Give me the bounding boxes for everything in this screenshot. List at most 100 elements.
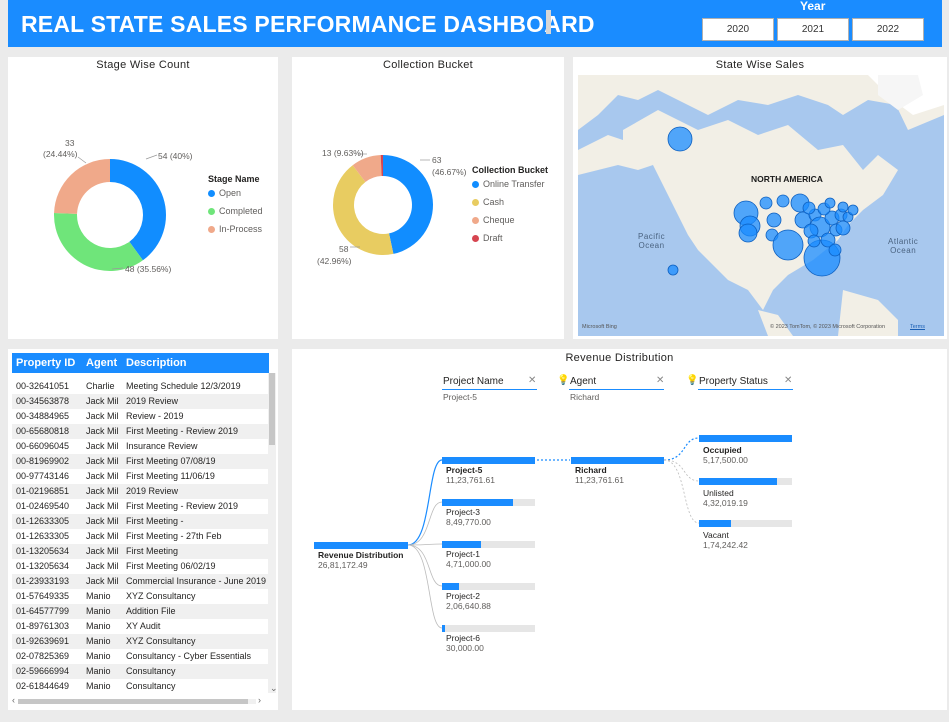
table-row[interactable]: 02-61844649 Manio Consultancy — [12, 679, 269, 694]
root-bar[interactable] — [314, 542, 408, 549]
project-bar[interactable] — [442, 583, 535, 590]
cell-property-id: 01-02469540 — [16, 501, 70, 511]
legend-label-cash: Cash — [483, 197, 505, 207]
map-bubble[interactable] — [837, 201, 849, 213]
cell-agent: Jack Mil — [86, 396, 119, 406]
map-bubble[interactable] — [772, 229, 804, 261]
map-bubble[interactable] — [828, 243, 842, 257]
table-row[interactable]: 00-32641051 Charlie Meeting Schedule 12/3/… — [12, 379, 269, 394]
table-row[interactable]: 01-13205634 Jack Mil First Meeting — [12, 544, 269, 559]
map-bubble[interactable] — [802, 201, 816, 215]
col-header-description[interactable]: Description — [126, 357, 187, 369]
collection-legend-title: Collection Bucket — [472, 165, 549, 175]
status-bar[interactable] — [699, 435, 792, 442]
project-bar-fill — [442, 499, 513, 506]
map-bubble[interactable] — [667, 264, 679, 276]
property-table-panel: Property ID Agent Description 00-3264105… — [8, 349, 278, 710]
table-row[interactable]: 01-89761303 Manio XY Audit — [12, 619, 269, 634]
table-row[interactable]: 01-12633305 Jack Mil First Meeting - — [12, 514, 269, 529]
table-row[interactable]: 00-34563878 Jack Mil 2019 Review — [12, 394, 269, 409]
status-node-name: Vacant — [703, 530, 729, 540]
map-bubble[interactable] — [766, 212, 782, 228]
project-node-value: 8,49,770.00 — [446, 517, 491, 527]
legend-item-online-transfer[interactable]: Online Transfer — [472, 175, 548, 193]
legend-item-cheque[interactable]: Cheque — [472, 211, 548, 229]
map-bubble[interactable] — [759, 196, 773, 210]
stage-slice-open[interactable] — [110, 159, 166, 261]
project-bar[interactable] — [442, 541, 535, 548]
table-row[interactable]: 02-59666994 Manio Consultancy — [12, 664, 269, 679]
table-row[interactable]: 01-92639691 Manio XYZ Consultancy — [12, 634, 269, 649]
table-row[interactable]: 00-81969902 Jack Mil First Meeting 07/08/1… — [12, 454, 269, 469]
status-node-name: Occupied — [703, 445, 742, 455]
cell-description: 2019 Review — [126, 486, 179, 496]
cell-property-id: 01-12633305 — [16, 531, 70, 541]
legend-dot-open — [208, 189, 215, 197]
col-header-agent[interactable]: Agent — [86, 357, 117, 369]
table-row[interactable]: 00-97743146 Jack Mil First Meeting 11/06/1… — [12, 469, 269, 484]
year-2020-button[interactable]: 2020 — [702, 18, 774, 41]
cell-property-id: 01-57649335 — [16, 591, 70, 601]
table-row[interactable]: 01-57649335 Manio XYZ Consultancy — [12, 589, 269, 604]
cell-description: XY Audit — [126, 621, 161, 631]
map-bubble[interactable] — [824, 197, 836, 209]
stage-label-open: 54 (40%) — [158, 151, 193, 161]
table-row[interactable]: 00-66096045 Jack Mil Insurance Review — [12, 439, 269, 454]
project-bar[interactable] — [442, 457, 535, 464]
cell-property-id: 00-34884965 — [16, 411, 70, 421]
project-bar[interactable] — [442, 499, 535, 506]
cell-agent: Jack Mil — [86, 426, 119, 436]
cell-property-id: 00-81969902 — [16, 456, 70, 466]
table-row[interactable]: 01-23933193 Jack Mil Commercial Insurance … — [12, 574, 269, 589]
dashboard-header: REAL STATE SALES PERFORMANCE DASHBOARD Y… — [8, 0, 942, 47]
table-row[interactable]: 00-65680818 Jack Mil First Meeting - Revie… — [12, 424, 269, 439]
table-row[interactable]: 01-64577799 Manio Addition File — [12, 604, 269, 619]
table-row[interactable]: 01-12633305 Jack Mil First Meeting - 27th … — [12, 529, 269, 544]
map-bubble[interactable] — [847, 204, 859, 216]
cell-agent: Charlie — [86, 381, 115, 391]
status-bar[interactable] — [699, 477, 792, 485]
scroll-down-icon[interactable]: ⌄ — [270, 683, 278, 694]
cell-agent: Jack Mil — [86, 576, 119, 586]
map-bubble[interactable] — [738, 223, 758, 243]
scroll-right-icon[interactable]: › — [258, 695, 261, 705]
map-bubble[interactable] — [776, 194, 790, 208]
legend-item-cash[interactable]: Cash — [472, 193, 548, 211]
table-row[interactable]: 01-02469540 Jack Mil First Meeting - Revie… — [12, 499, 269, 514]
cell-description: Insurance Review — [126, 441, 198, 451]
legend-item-inprocess[interactable]: In-Process — [208, 220, 263, 238]
legend-item-open[interactable]: Open — [208, 184, 263, 202]
status-bar[interactable] — [699, 520, 792, 527]
vertical-scroll-thumb[interactable] — [269, 373, 275, 445]
map-bubble[interactable] — [835, 220, 851, 236]
sales-map[interactable]: NORTH AMERICA Pacific Ocean Atlantic Oce… — [578, 75, 944, 336]
map-bubble[interactable] — [667, 126, 693, 152]
status-node-value: 4,32,019.19 — [703, 497, 748, 508]
table-vertical-scrollbar[interactable] — [268, 373, 276, 693]
scroll-left-icon[interactable]: ‹ — [12, 695, 15, 705]
table-row[interactable]: 01-13205634 Jack Mil First Meeting 06/02/1… — [12, 559, 269, 574]
root-bar-fill — [314, 542, 408, 549]
horizontal-scroll-thumb[interactable] — [18, 699, 248, 704]
table-row[interactable]: 00-34884965 Jack Mil Review - 2019 — [12, 409, 269, 424]
col-header-property-id[interactable]: Property ID — [16, 357, 75, 369]
table-row[interactable]: 01-02196851 Jack Mil 2019 Review — [12, 484, 269, 499]
year-2021-button[interactable]: 2021 — [777, 18, 849, 41]
root-node-value: 26,81,172.49 — [318, 560, 368, 570]
project-bar[interactable] — [442, 625, 535, 632]
project-node-name: Project-5 — [446, 465, 483, 475]
collection-slice-online-transfer[interactable] — [383, 155, 433, 254]
year-2022-button[interactable]: 2022 — [852, 18, 924, 41]
collection-label-online-count: 63 — [432, 155, 442, 165]
cell-description: Addition File — [126, 606, 176, 616]
table-row[interactable]: 02-07825369 Manio Consultancy - Cyber Esse… — [12, 649, 269, 664]
table-horizontal-scrollbar[interactable] — [18, 699, 256, 704]
legend-dot-inprocess — [208, 225, 215, 233]
map-bubble[interactable] — [807, 234, 821, 248]
stage-slice-completed[interactable] — [54, 213, 143, 271]
project-node-value: 2,06,640.88 — [446, 601, 491, 611]
legend-item-draft[interactable]: Draft — [472, 229, 548, 247]
stage-slice-in-process[interactable] — [54, 159, 110, 214]
legend-item-completed[interactable]: Completed — [208, 202, 263, 220]
agent-bar[interactable] — [571, 457, 664, 464]
